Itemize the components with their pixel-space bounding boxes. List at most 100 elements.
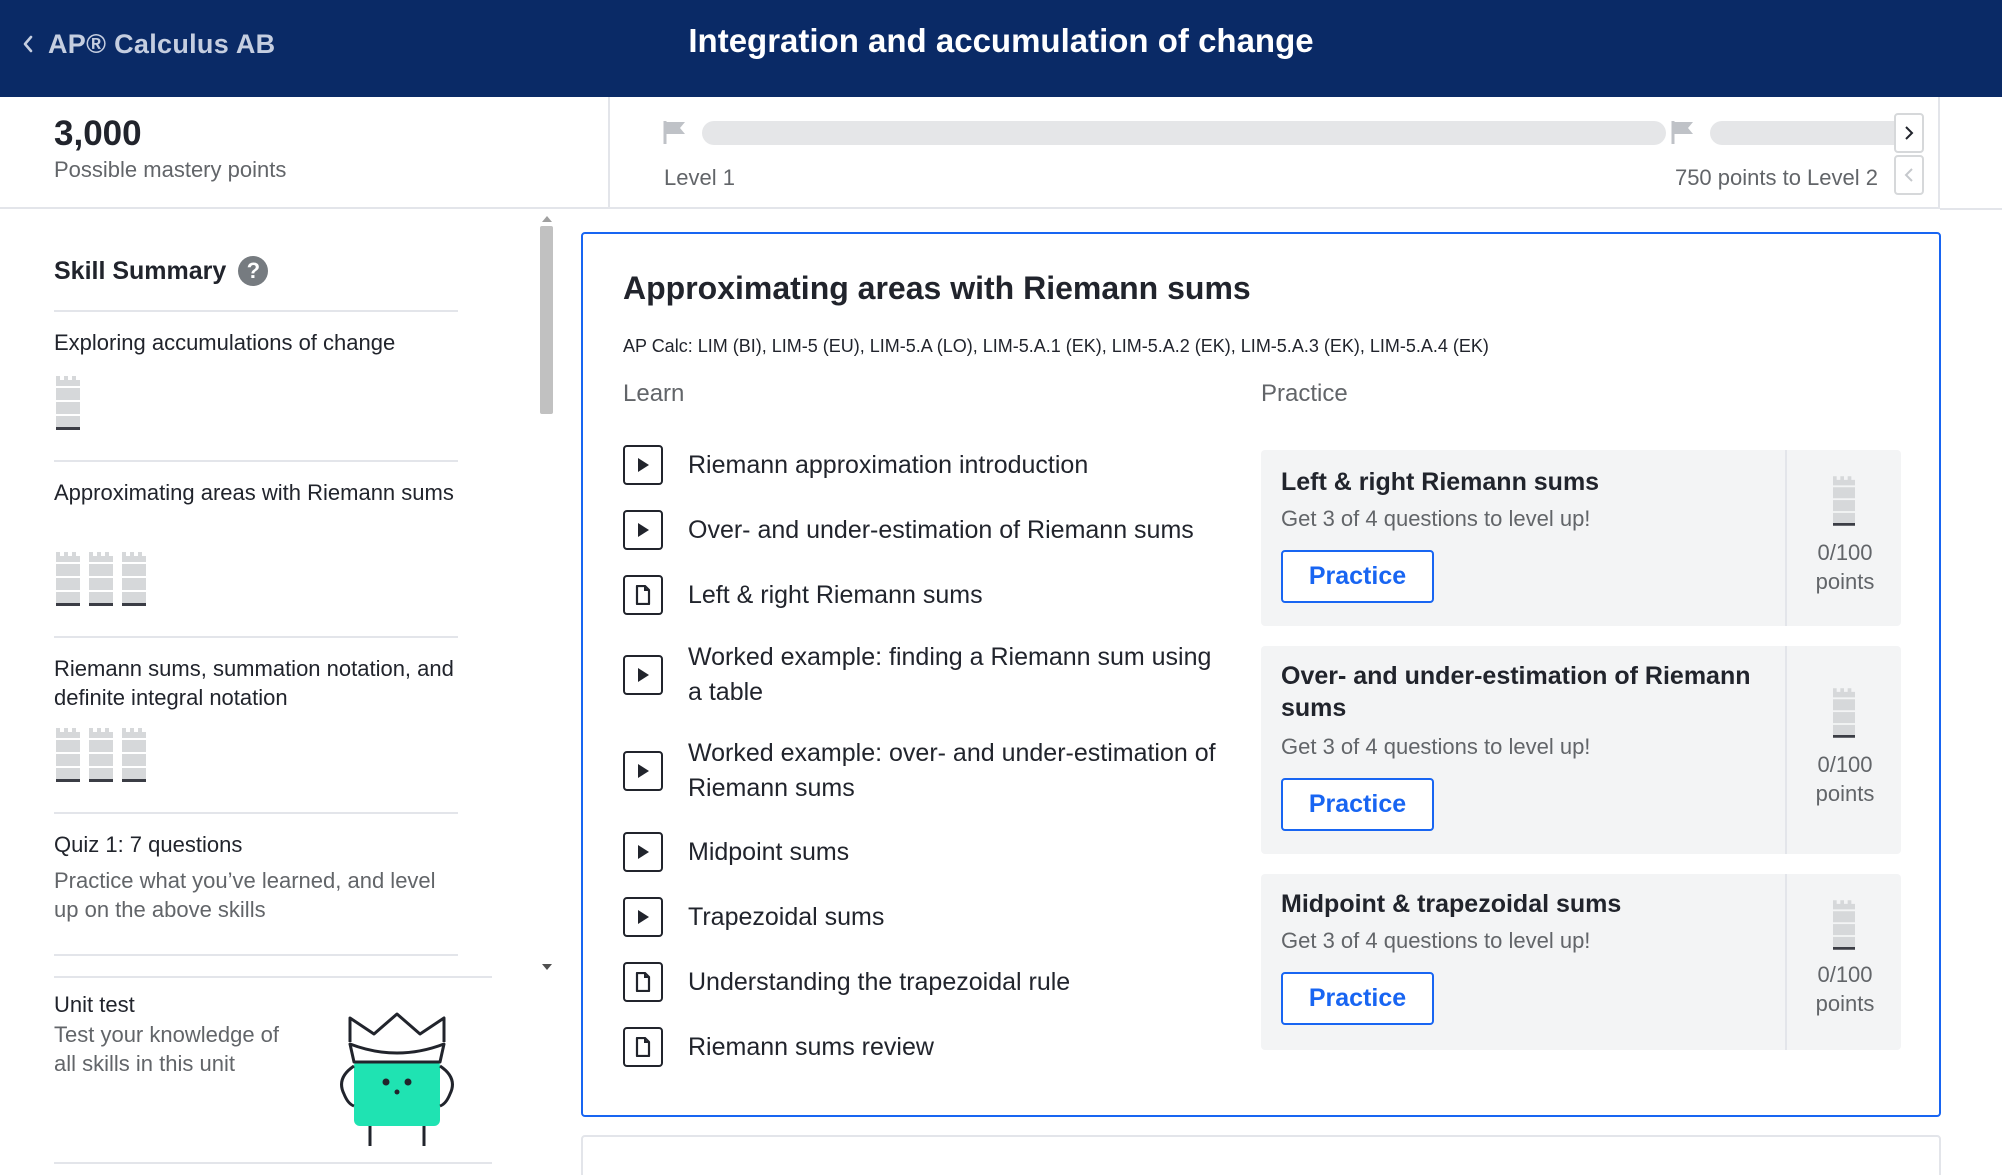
article-icon [623,1027,663,1067]
learn-item-article[interactable]: Left & right Riemann sums [623,575,1223,615]
skill-unstarted-icon [56,728,80,782]
triangle-down-icon [542,964,552,970]
scroll-up-arrow[interactable] [540,214,554,224]
points-value: 0/100 [1817,962,1873,987]
sidebar-item-riemann-sums-notation[interactable]: Riemann sums, summation notation, and de… [54,654,464,712]
divider [54,812,458,814]
learn-item-label: Understanding the trapezoidal rule [688,967,1071,996]
next-level-progress-bar [1710,121,1910,145]
skill-unstarted-icon [89,552,113,606]
practice-card: Over- and under-estimation of Riemann su… [1261,646,1901,854]
practice-description: Get 3 of 4 questions to level up! [1281,734,1591,759]
skill-mastery-icons [56,552,146,606]
points-value: 0/100 [1817,752,1873,777]
points-unit: points [1815,781,1875,806]
points-unit: points [1815,991,1875,1016]
video-play-icon [623,445,663,485]
skill-unstarted-icon [1833,900,1855,950]
learn-item-label: Left & right Riemann sums [688,580,983,609]
learn-item-label: Riemann approximation introduction [688,450,1089,479]
learn-heading: Learn [623,380,685,407]
unit-test-description: Test your knowledge of all skills in thi… [54,1022,280,1076]
crowned-mascot-icon [340,1012,454,1146]
divider [54,636,458,638]
mastery-points-caption: Possible mastery points [54,157,287,182]
practice-button[interactable]: Practice [1281,972,1434,1025]
level-progress-panel: Level 1 750 points to Level 2 [608,97,1940,209]
help-icon[interactable]: ? [238,256,269,286]
learn-item-video[interactable]: Trapezoidal sums [623,897,1223,937]
video-play-icon [623,751,663,791]
lesson-card: Approximating areas with Riemann sums AP… [581,232,1941,1117]
article-icon [623,962,663,1002]
skill-summary-heading: Skill Summary ? [54,256,269,286]
scroll-left-button[interactable] [1894,155,1924,195]
level-progress-bar [702,121,1666,145]
practice-title: Midpoint & trapezoidal sums [1281,890,1622,918]
triangle-up-icon [542,216,552,222]
learn-item-video[interactable]: Worked example: over- and under-estimati… [623,736,1223,806]
skill-unstarted-icon [1833,476,1855,526]
learn-item-video[interactable]: Midpoint sums [623,832,1223,872]
top-navigation-bar: AP® Calculus AB Integration and accumula… [0,0,2002,97]
learn-item-article[interactable]: Riemann sums review [623,1027,1223,1067]
practice-description: Get 3 of 4 questions to level up! [1281,506,1591,531]
sidebar-scrollbar-thumb[interactable] [540,226,553,414]
practice-button[interactable]: Practice [1281,550,1434,603]
skill-unstarted-icon [89,728,113,782]
current-level-label: Level 1 [664,165,735,190]
next-lesson-card [581,1135,1941,1175]
mastery-points-value: 3,000 [54,114,142,153]
practice-heading: Practice [1261,380,1348,407]
lesson-title: Approximating areas with Riemann sums [623,270,1251,306]
quiz-description: Practice what you’ve learned, and level … [54,868,436,922]
practice-points-panel: 0/100 points [1785,874,1901,1050]
learn-item-label: Riemann sums review [688,1032,934,1061]
article-icon [623,575,663,615]
learn-item-label: Worked example: finding a Riemann sum us… [688,643,1212,706]
learn-item-label: Midpoint sums [688,837,850,866]
skill-unstarted-icon [122,728,146,782]
practice-card: Left & right Riemann sums Get 3 of 4 que… [1261,450,1901,626]
skill-summary-sidebar: Skill Summary ? Exploring accumulations … [0,210,560,1175]
video-play-icon [623,655,663,695]
learn-item-video[interactable]: Worked example: finding a Riemann sum us… [623,640,1223,710]
practice-points-panel: 0/100 points [1785,646,1901,854]
sidebar-item-approximating-areas[interactable]: Approximating areas with Riemann sums [54,478,464,507]
divider [54,976,492,978]
next-level-flag-icon [1671,121,1693,144]
points-value: 0/100 [1817,540,1873,565]
skill-unstarted-icon [56,376,80,430]
level-flag-icon [663,121,685,144]
skill-mastery-icons [56,728,146,782]
learn-item-label: Over- and under-estimation of Riemann su… [688,515,1194,544]
learn-item-label: Trapezoidal sums [688,902,885,931]
divider [54,1162,492,1164]
chevron-left-icon [1904,168,1913,182]
learn-item-video[interactable]: Over- and under-estimation of Riemann su… [623,510,1223,550]
sidebar-item-quiz-1[interactable]: Quiz 1: 7 questions [54,830,464,859]
practice-description: Get 3 of 4 questions to level up! [1281,928,1591,953]
practice-button[interactable]: Practice [1281,778,1434,831]
video-play-icon [623,510,663,550]
video-play-icon [623,897,663,937]
ap-standards-text: AP Calc: LIM (BI), LIM-5 (EU), LIM-5.A (… [623,336,1489,356]
video-play-icon [623,832,663,872]
scroll-down-arrow[interactable] [540,962,554,972]
skill-unstarted-icon [1833,688,1855,738]
unit-title: Integration and accumulation of change [688,22,1314,59]
unit-test-title: Unit test [54,992,135,1017]
chevron-right-icon [1905,126,1914,140]
sidebar-item-exploring-accumulations[interactable]: Exploring accumulations of change [54,328,464,357]
skill-unstarted-icon [122,552,146,606]
learn-item-article[interactable]: Understanding the trapezoidal rule [623,962,1223,1002]
learn-item-video[interactable]: Riemann approximation introduction [623,445,1223,485]
skill-summary-title: Skill Summary [54,256,227,285]
unit-test-item[interactable]: Unit test Test your knowledge of all ski… [54,990,458,1175]
mastery-summary: 3,000 Possible mastery points [0,97,608,209]
scroll-right-button[interactable] [1894,113,1924,153]
practice-title: Left & right Riemann sums [1281,468,1600,496]
divider [54,954,458,956]
divider [54,310,458,312]
points-unit: points [1815,569,1875,594]
